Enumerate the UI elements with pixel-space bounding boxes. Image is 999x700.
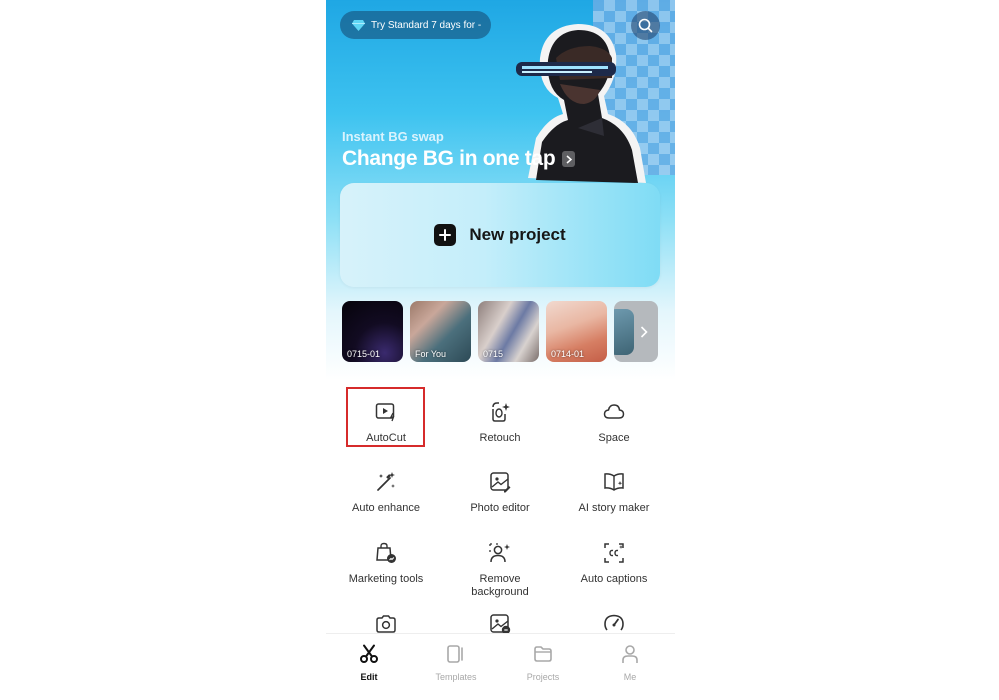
tool-ai-story-maker[interactable]: AI story maker <box>558 470 670 515</box>
tab-label: Projects <box>526 672 560 682</box>
tool-label: Auto captions <box>580 573 648 585</box>
tool-label: Auto enhance <box>352 502 420 514</box>
chevron-right-icon <box>640 325 648 338</box>
tab-projects[interactable]: Projects <box>508 644 578 682</box>
captions-icon <box>558 541 670 565</box>
tool-remove-background[interactable]: Remove background <box>444 541 556 599</box>
recent-projects-row: 0715-01 For You 0715 0714-01 <box>342 301 662 363</box>
folder-icon <box>508 644 578 666</box>
trial-offer-label: Try Standard 7 days for - <box>371 19 482 31</box>
recent-project-name: 0715-01 <box>347 349 381 359</box>
tool-label: Remove background <box>471 573 529 598</box>
tab-edit[interactable]: Edit <box>334 644 404 682</box>
recent-project-thumb[interactable]: 0715 <box>478 301 539 362</box>
tab-label: Me <box>623 672 637 682</box>
tool-photo-editor[interactable]: Photo editor <box>444 470 556 515</box>
tool-retouch[interactable]: Retouch <box>444 400 556 445</box>
diamond-icon <box>352 19 365 31</box>
autocut-highlight-box <box>346 387 425 447</box>
recent-project-name: 0715 <box>483 349 504 359</box>
tool-auto-captions[interactable]: Auto captions <box>558 541 670 586</box>
tool-label: Marketing tools <box>348 573 424 585</box>
tool-label: Space <box>598 432 630 444</box>
plus-icon <box>434 224 457 246</box>
recent-project-thumb[interactable]: 0715-01 <box>342 301 403 362</box>
new-project-label: New project <box>469 225 566 244</box>
tab-label: Templates <box>435 672 477 682</box>
cloud-icon <box>558 400 670 424</box>
user-icon <box>595 644 665 666</box>
tool-space[interactable]: Space <box>558 400 670 445</box>
magic-wand-icon <box>330 470 442 494</box>
tab-templates[interactable]: Templates <box>421 644 491 682</box>
photo-edit-icon <box>444 470 556 494</box>
search-icon <box>638 18 653 33</box>
recent-project-name: 0714-01 <box>551 349 585 359</box>
recent-project-name: For You <box>415 349 447 359</box>
remove-bg-icon <box>444 541 556 565</box>
banner-subtitle: Instant BG swap <box>342 129 444 144</box>
retouch-icon <box>444 400 556 424</box>
new-project-button[interactable]: New project <box>340 183 660 287</box>
banner-title-text: Change BG in one tap <box>342 147 556 170</box>
tab-me[interactable]: Me <box>595 644 665 682</box>
app-screen: Try Standard 7 days for - Instant BG swa… <box>326 0 675 700</box>
marketing-bag-icon <box>330 541 442 565</box>
scissors-icon <box>334 644 404 666</box>
book-icon <box>558 470 670 494</box>
hero-banner[interactable]: Try Standard 7 days for - Instant BG swa… <box>326 0 675 380</box>
tool-label: Retouch <box>479 432 521 444</box>
tool-label: AI story maker <box>578 502 650 514</box>
recent-project-thumb[interactable]: 0714-01 <box>546 301 607 362</box>
bottom-tab-bar: Edit Templates Projects Me <box>326 633 675 700</box>
search-button[interactable] <box>631 11 660 40</box>
banner-title[interactable]: Change BG in one tap <box>342 147 576 171</box>
trial-offer-pill[interactable]: Try Standard 7 days for - <box>340 11 491 39</box>
tool-auto-enhance[interactable]: Auto enhance <box>330 470 442 515</box>
tool-marketing-tools[interactable]: Marketing tools <box>330 541 442 586</box>
chevron-right-icon <box>562 151 576 167</box>
tool-label: Photo editor <box>470 502 530 514</box>
tab-label: Edit <box>360 672 378 682</box>
recent-project-peek <box>614 309 634 355</box>
recent-project-thumb[interactable]: For You <box>410 301 471 362</box>
more-projects-button[interactable] <box>614 301 658 362</box>
templates-icon <box>421 644 491 666</box>
